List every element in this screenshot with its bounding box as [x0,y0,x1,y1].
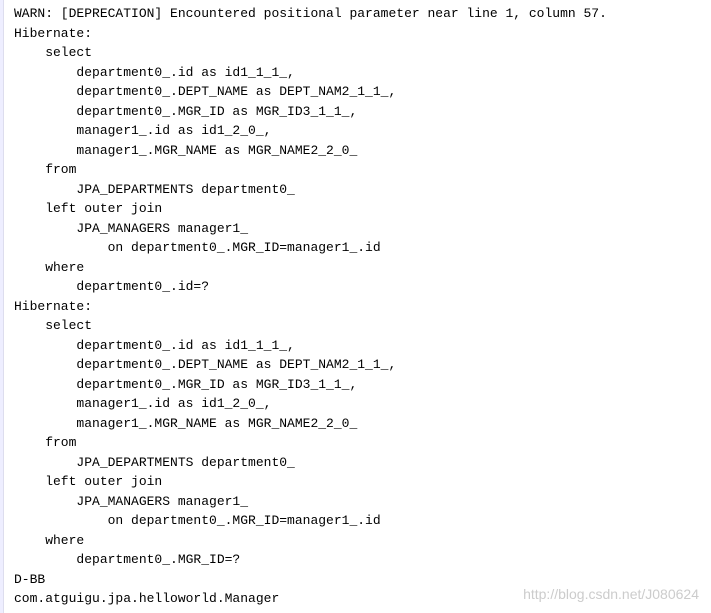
log-line: department0_.MGR_ID as MGR_ID3_1_1_, [14,375,703,395]
log-line: department0_.MGR_ID as MGR_ID3_1_1_, [14,102,703,122]
log-line: from [14,433,703,453]
log-line: department0_.id=? [14,277,703,297]
log-line: select [14,316,703,336]
log-output: WARN: [DEPRECATION] Encountered position… [14,4,703,609]
log-line: JPA_MANAGERS manager1_ [14,492,703,512]
log-line: department0_.DEPT_NAME as DEPT_NAM2_1_1_… [14,355,703,375]
log-line: department0_.id as id1_1_1_, [14,336,703,356]
log-line: where [14,258,703,278]
log-line: Hibernate: [14,297,703,317]
log-line: on department0_.MGR_ID=manager1_.id [14,238,703,258]
log-line: where [14,531,703,551]
log-line: manager1_.id as id1_2_0_, [14,394,703,414]
log-line: Hibernate: [14,24,703,44]
log-line: JPA_MANAGERS manager1_ [14,219,703,239]
log-line: WARN: [DEPRECATION] Encountered position… [14,4,703,24]
watermark-text: http://blog.csdn.net/J080624 [523,584,699,605]
log-line: left outer join [14,199,703,219]
log-line: department0_.id as id1_1_1_, [14,63,703,83]
log-line: JPA_DEPARTMENTS department0_ [14,453,703,473]
log-line: manager1_.MGR_NAME as MGR_NAME2_2_0_ [14,414,703,434]
log-line: left outer join [14,472,703,492]
log-line: department0_.MGR_ID=? [14,550,703,570]
log-line: manager1_.id as id1_2_0_, [14,121,703,141]
log-line: on department0_.MGR_ID=manager1_.id [14,511,703,531]
log-line: from [14,160,703,180]
log-line: select [14,43,703,63]
log-line: manager1_.MGR_NAME as MGR_NAME2_2_0_ [14,141,703,161]
gutter [0,0,4,613]
log-line: JPA_DEPARTMENTS department0_ [14,180,703,200]
log-line: department0_.DEPT_NAME as DEPT_NAM2_1_1_… [14,82,703,102]
